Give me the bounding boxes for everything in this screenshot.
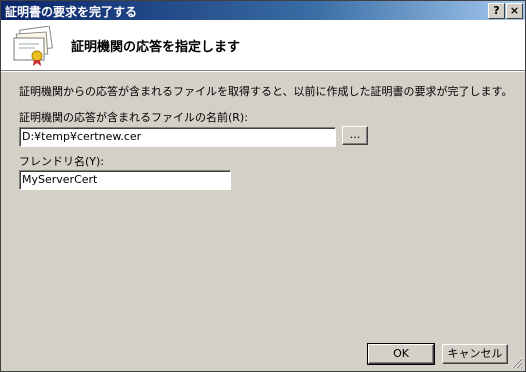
wizard-header: 証明機関の応答を指定します [1, 20, 525, 71]
description-text: 証明機関からの応答が含まれるファイルを取得すると、以前に作成した証明書の要求が完… [19, 85, 513, 98]
friendly-name-input[interactable]: MyServerCert [19, 170, 231, 190]
header-divider [1, 71, 525, 72]
browse-button[interactable]: ... [342, 126, 368, 145]
certificate-icon [11, 25, 55, 69]
friendly-name-label: フレンドリ名(Y): [19, 155, 105, 168]
header-title: 証明機関の応答を指定します [71, 40, 241, 55]
ok-button[interactable]: OK [367, 343, 435, 365]
help-button[interactable]: ? [488, 3, 505, 19]
file-name-input[interactable]: D:¥temp¥certnew.cer [19, 127, 336, 147]
resize-grip-icon[interactable] [511, 357, 523, 369]
window-title: 証明書の要求を完了する [5, 5, 138, 19]
file-name-label: 証明機関の応答が含まれるファイルの名前(R): [19, 111, 248, 124]
close-button[interactable]: × [506, 3, 523, 19]
cancel-button[interactable]: キャンセル [442, 344, 508, 364]
dialog-window: 証明書の要求を完了する ? × 証明機関の応答を指定します 証明機関からの応答が… [0, 0, 526, 372]
title-bar: 証明書の要求を完了する ? × [1, 1, 525, 20]
